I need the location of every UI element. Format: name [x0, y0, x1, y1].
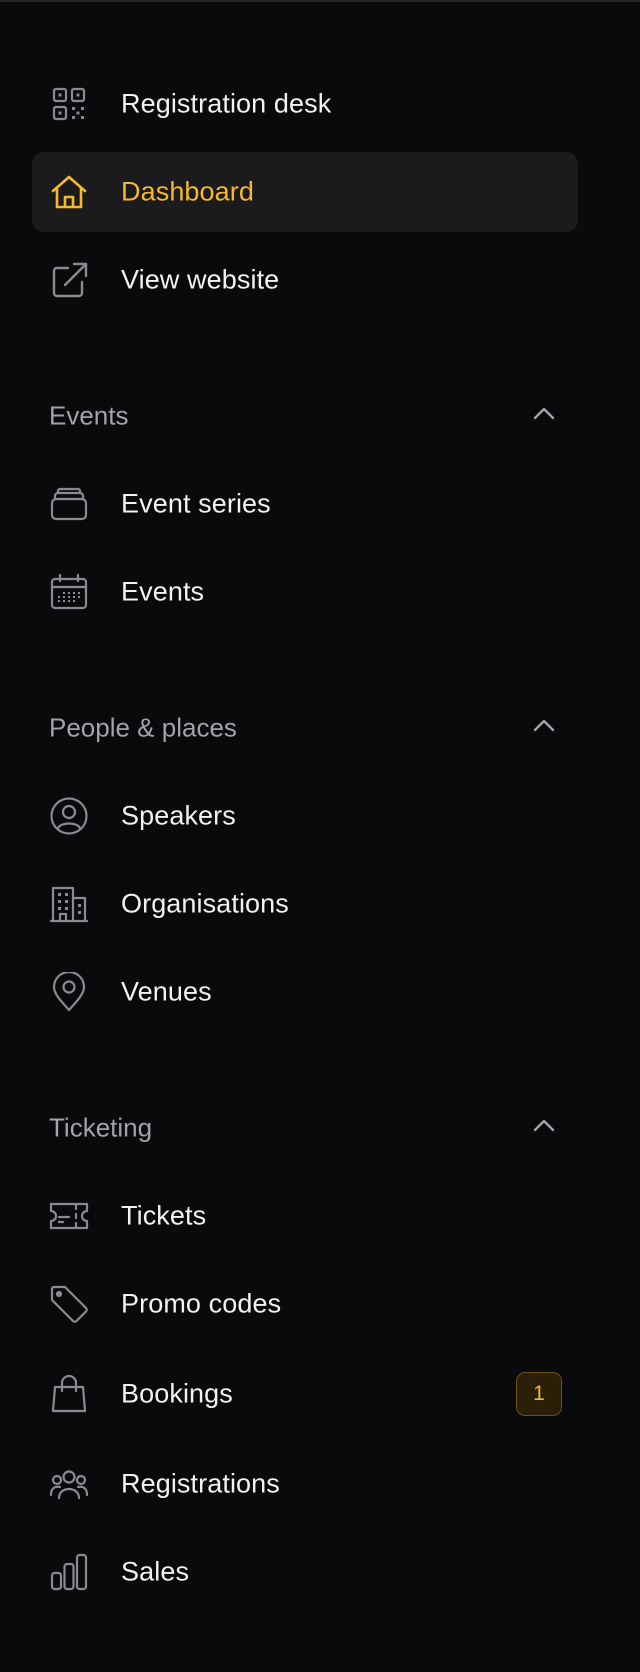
nav-item-label: Speakers — [121, 800, 236, 831]
stack-icon — [49, 484, 89, 524]
section-header-people-places[interactable]: People & places — [32, 698, 578, 758]
nav-item-bookings[interactable]: Bookings 1 — [32, 1354, 578, 1434]
section-header-events[interactable]: Events — [32, 386, 578, 446]
section-header-ticketing[interactable]: Ticketing — [32, 1098, 578, 1158]
shopping-bag-icon — [49, 1374, 89, 1414]
chevron-up-icon — [532, 402, 556, 426]
building-icon — [49, 884, 89, 924]
nav-item-speakers[interactable]: Speakers — [32, 776, 578, 856]
bar-chart-icon — [49, 1552, 89, 1592]
calendar-icon — [49, 572, 89, 612]
nav-item-events[interactable]: Events — [32, 552, 578, 632]
tag-icon — [49, 1284, 89, 1324]
nav-item-dashboard[interactable]: Dashboard — [32, 152, 578, 232]
nav-item-venues[interactable]: Venues — [32, 952, 578, 1032]
nav-item-label: Tickets — [121, 1200, 207, 1231]
nav-item-tickets[interactable]: Tickets — [32, 1176, 578, 1256]
nav-item-registration-desk[interactable]: Registration desk — [32, 64, 578, 144]
section-title: Events — [49, 400, 129, 431]
nav-item-label: Events — [121, 576, 205, 607]
qr-code-icon — [49, 84, 89, 124]
nav-item-registrations[interactable]: Registrations — [32, 1444, 578, 1524]
users-icon — [49, 1464, 89, 1504]
nav-item-label: View website — [121, 264, 280, 295]
nav-item-label: Sales — [121, 1556, 190, 1587]
nav-item-sales[interactable]: Sales — [32, 1532, 578, 1612]
section-title: People & places — [49, 712, 237, 743]
nav-item-view-website[interactable]: View website — [32, 240, 578, 320]
nav-item-label: Promo codes — [121, 1288, 282, 1319]
nav-item-event-series[interactable]: Event series — [32, 464, 578, 544]
map-pin-icon — [49, 972, 89, 1012]
user-circle-icon — [49, 796, 89, 836]
nav-item-label: Registration desk — [121, 88, 332, 119]
section-title: Ticketing — [49, 1112, 153, 1143]
nav-item-label: Venues — [121, 976, 212, 1007]
nav-item-label: Bookings — [121, 1378, 233, 1409]
chevron-up-icon — [532, 1114, 556, 1138]
nav-item-organisations[interactable]: Organisations — [32, 864, 578, 944]
external-link-icon — [49, 260, 89, 300]
nav-item-label: Registrations — [121, 1468, 280, 1499]
home-icon — [49, 172, 89, 212]
top-divider — [0, 0, 640, 2]
nav-item-label: Dashboard — [121, 176, 254, 207]
nav-item-label: Organisations — [121, 888, 289, 919]
count-badge: 1 — [516, 1372, 562, 1416]
nav-item-label: Event series — [121, 488, 271, 519]
chevron-up-icon — [532, 714, 556, 738]
ticket-icon — [49, 1196, 89, 1236]
nav-item-promo-codes[interactable]: Promo codes — [32, 1264, 578, 1344]
